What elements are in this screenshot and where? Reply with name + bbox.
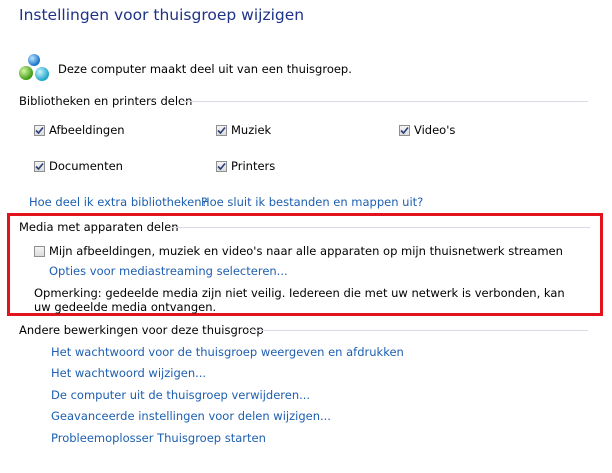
checkbox-label: Video's bbox=[414, 123, 456, 137]
page-title: Instellingen voor thuisgroep wijzigen bbox=[19, 6, 305, 24]
checkbox-box[interactable] bbox=[216, 124, 227, 136]
checkmark-icon bbox=[400, 126, 409, 134]
checkbox-printers[interactable]: Printers bbox=[216, 159, 275, 173]
checkbox-label: Documenten bbox=[49, 159, 123, 173]
media-note: Opmerking: gedeelde media zijn niet veil… bbox=[34, 286, 565, 314]
checkmark-icon bbox=[217, 126, 226, 134]
checkbox-box[interactable] bbox=[216, 160, 227, 172]
link-leave-homegroup[interactable]: De computer uit de thuisgroep verwijdere… bbox=[51, 388, 310, 402]
checkbox-label: Mijn afbeeldingen, muziek en video's naa… bbox=[49, 244, 563, 258]
checkbox-box[interactable] bbox=[34, 160, 45, 172]
checkbox-box[interactable] bbox=[34, 245, 45, 257]
checkbox-label: Afbeeldingen bbox=[49, 123, 125, 137]
checkmark-icon bbox=[35, 162, 44, 170]
checkbox-box[interactable] bbox=[399, 124, 410, 136]
checkbox-media-streaming[interactable]: Mijn afbeeldingen, muziek en video's naa… bbox=[34, 244, 563, 258]
link-troubleshooter[interactable]: Probleemoplosser Thuisgroep starten bbox=[51, 431, 266, 445]
checkbox-afbeeldingen[interactable]: Afbeeldingen bbox=[34, 123, 125, 137]
link-advanced-sharing[interactable]: Geavanceerde instellingen voor delen wij… bbox=[51, 409, 331, 423]
media-heading: Media met apparaten delen bbox=[19, 220, 179, 234]
link-media-streaming-options[interactable]: Opties voor mediastreaming selecteren... bbox=[49, 264, 288, 278]
sharing-heading: Bibliotheken en printers delen bbox=[19, 94, 193, 108]
checkbox-label: Muziek bbox=[231, 123, 272, 137]
link-show-password[interactable]: Het wachtwoord voor de thuisgroep weerge… bbox=[51, 345, 404, 359]
checkbox-muziek[interactable]: Muziek bbox=[216, 123, 271, 137]
link-change-password[interactable]: Het wachtwoord wijzigen... bbox=[51, 366, 206, 380]
checkbox-label: Printers bbox=[231, 159, 276, 173]
checkbox-videos[interactable]: Video's bbox=[399, 123, 455, 137]
homegroup-status: Deze computer maakt deel uit van een thu… bbox=[58, 62, 352, 76]
other-heading: Andere bewerkingen voor deze thuisgroep bbox=[19, 323, 264, 337]
other-divider bbox=[248, 330, 588, 331]
checkbox-box[interactable] bbox=[34, 124, 45, 136]
checkbox-documenten[interactable]: Documenten bbox=[34, 159, 123, 173]
media-divider bbox=[170, 227, 590, 228]
sharing-divider bbox=[180, 101, 588, 102]
checkmark-icon bbox=[35, 126, 44, 134]
link-extra-libraries[interactable]: Hoe deel ik extra bibliotheken? bbox=[29, 195, 208, 209]
homegroup-icon bbox=[18, 53, 50, 83]
checkmark-icon bbox=[217, 162, 226, 170]
link-exclude-files[interactable]: Hoe sluit ik bestanden en mappen uit? bbox=[201, 195, 423, 209]
